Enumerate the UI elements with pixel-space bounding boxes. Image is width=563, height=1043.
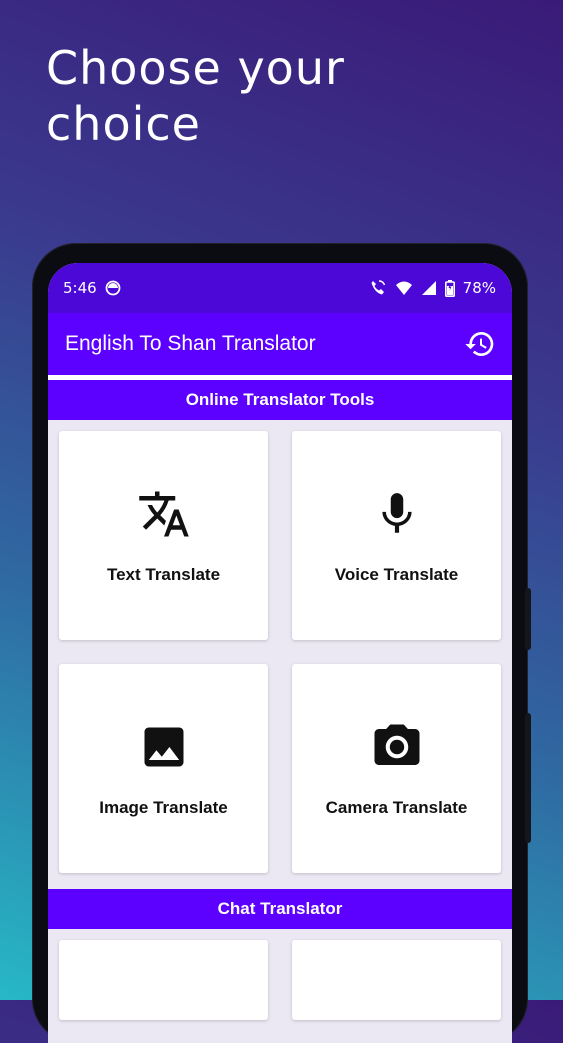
camera-translate-label: Camera Translate [325, 797, 468, 817]
section-header-online-tools: Online Translator Tools [48, 380, 512, 420]
image-icon [144, 727, 183, 766]
voice-translate-label: Voice Translate [334, 564, 459, 584]
translate-icon [138, 491, 189, 536]
history-icon [465, 332, 494, 356]
camera-translate-card[interactable]: Camera Translate [292, 664, 501, 873]
status-time: 5:46 [63, 279, 97, 297]
text-translate-label: Text Translate [106, 564, 221, 584]
notification-icon [105, 280, 121, 296]
text-translate-card[interactable]: Text Translate [59, 431, 268, 640]
wifi-calling-icon [371, 280, 385, 295]
image-translate-label: Image Translate [99, 797, 228, 817]
image-translate-card[interactable]: Image Translate [59, 664, 268, 873]
battery-level: 78% [462, 279, 496, 297]
chat-grid [48, 929, 512, 1020]
promo-title: Choose your choice [46, 41, 345, 151]
phone-side-button [525, 588, 531, 650]
wifi-icon [395, 281, 412, 295]
phone-side-button [525, 713, 531, 843]
status-bar: 5:46 78% [48, 263, 512, 313]
phone-frame: 5:46 78% English To Shan Translator Onli… [32, 243, 531, 1043]
section-header-chat: Chat Translator [48, 889, 512, 929]
microphone-icon [381, 492, 412, 533]
chat-card[interactable] [292, 940, 501, 1020]
cellular-signal-icon [421, 281, 436, 295]
app-screen: 5:46 78% English To Shan Translator Onli… [48, 263, 512, 1043]
history-button[interactable] [462, 326, 498, 362]
camera-icon [374, 724, 419, 765]
voice-translate-card[interactable]: Voice Translate [292, 431, 501, 640]
battery-icon [444, 279, 455, 297]
app-bar: English To Shan Translator [48, 313, 512, 375]
chat-card[interactable] [59, 940, 268, 1020]
app-title: English To Shan Translator [65, 332, 316, 355]
tools-grid: Text Translate Voice Translate Image Tra… [48, 420, 512, 889]
